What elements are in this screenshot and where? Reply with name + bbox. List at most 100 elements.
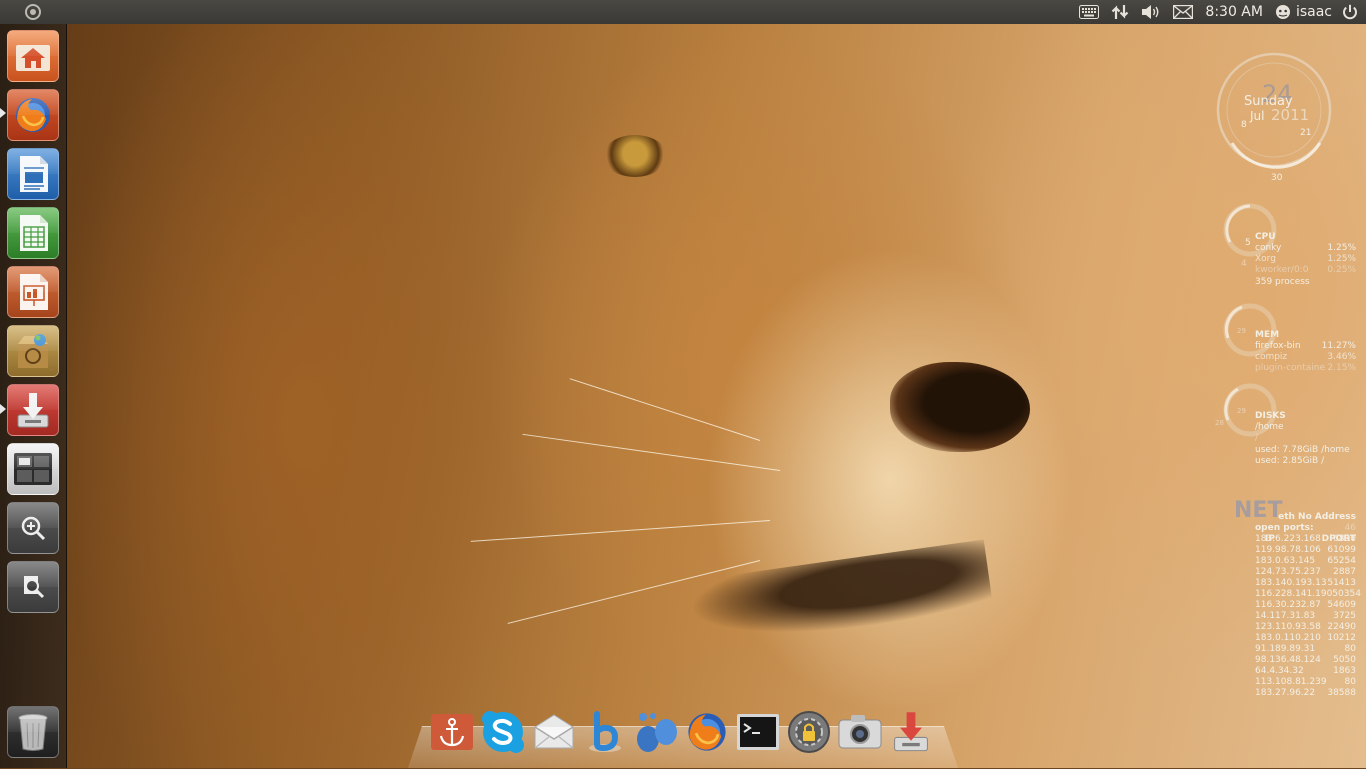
table-row: 124.73.75.237 2887 [1255,567,1356,578]
launcher-trash[interactable] [7,706,59,758]
port-ip: 183.6.223.168 [1255,534,1321,544]
port-number: 2887 [1333,567,1356,577]
writer-icon [20,156,48,192]
terminal-icon [737,714,779,750]
dock-item-firefox[interactable] [684,709,730,755]
dock-item-skype[interactable] [480,709,526,755]
table-row: 119.98.78.106 61099 [1255,545,1356,556]
port-number: 10212 [1327,633,1356,643]
wallpaper-lion-eye [603,135,667,177]
port-ip: 113.108.81.239 [1255,677,1327,687]
conky-date-month: Jul [1250,109,1265,123]
conky-mem-process-row: plugin-containe 2.15% [1255,363,1356,374]
launcher-libreoffice-writer[interactable] [7,148,59,200]
process-value: 3.46% [1327,352,1356,362]
conky-date-dial-label: 30 [1271,173,1283,183]
trash-icon [18,714,48,751]
dock-item-update-manager[interactable] [888,709,934,755]
skype-icon [482,711,524,753]
port-number: 5050 [1333,655,1356,665]
port-number: 1863 [1333,666,1356,676]
dock-item-terminal[interactable] [735,709,781,755]
conky-disks-panel: DISKS /home / used: 7.78GiB /home used: … [1255,411,1366,467]
port-ip: 183.140.193.13 [1255,578,1327,588]
launcher-firefox[interactable] [7,89,59,141]
messaging-indicator[interactable] [1167,0,1199,24]
user-indicator[interactable]: isaac [1269,0,1336,24]
port-ip: 14.117.31.83 [1255,611,1316,621]
launcher-libreoffice-impress[interactable] [7,266,59,318]
table-row: 183.27.96.22 38588 [1255,688,1356,699]
conky-net-open-ports-label: open ports: [1255,523,1314,533]
conky-mem-process-row: firefox-bin 11.27% [1255,341,1356,352]
port-number: 80 [1344,677,1356,687]
top-panel: 8:30 AM isaac [0,0,1366,24]
envelope-icon [534,714,574,749]
firefox-icon [16,98,50,132]
conky-cpu-dial-label: 5 [1245,238,1251,248]
launcher-update-manager[interactable] [7,384,59,436]
dock-item-disk-utility[interactable] [786,709,832,755]
port-ip: 119.98.78.106 [1255,545,1321,555]
table-row: 183.140.193.13 51413 [1255,578,1356,589]
dock-item-beatbox[interactable] [582,709,628,755]
clock-indicator[interactable]: 8:30 AM [1199,0,1269,24]
desktop-wallpaper [0,0,1366,768]
port-number: 50354 [1332,589,1361,599]
dock-item-screenshot[interactable] [837,709,883,755]
port-number: 51413 [1327,578,1356,588]
conky-date-year: 2011 [1271,106,1310,124]
volume-icon [1142,5,1159,19]
dock-item-mail[interactable] [531,709,577,755]
table-row: 183.6.223.168 6890 [1255,534,1356,545]
port-number: 22490 [1327,622,1356,632]
launcher-home-folder[interactable] [7,30,59,82]
table-row: 116.228.141.190 50354 [1255,589,1361,600]
launcher-libreoffice-calc[interactable] [7,207,59,259]
process-value: 0.25% [1327,265,1356,275]
launcher-running-indicator [0,108,6,118]
impress-icon [20,274,48,310]
conky-date-dial-label: 21 [1300,128,1312,138]
dock-item-anchor[interactable] [429,709,475,755]
software-center-icon [18,334,48,368]
table-row: 116.30.232.87 54609 [1255,600,1356,611]
conky-cpu-process-row: Xorg 1.25% [1255,254,1356,265]
process-name: plugin-containe [1255,363,1326,373]
port-ip: 183.0.63.145 [1255,556,1316,566]
launcher-zoom-in[interactable] [7,502,59,554]
launcher-workspace-switcher[interactable] [7,443,59,495]
port-ip: 183.27.96.22 [1255,688,1316,698]
network-indicator[interactable] [1105,0,1135,24]
dash-button[interactable] [0,0,66,24]
gear-lock-icon [788,711,830,753]
process-value: 1.25% [1327,243,1356,253]
launcher-software-center[interactable] [7,325,59,377]
firefox-icon [688,713,726,751]
conky-disks-mount: / [1255,433,1259,443]
dock-item-empathy[interactable] [633,709,679,755]
username-text: isaac [1295,4,1332,20]
wallpaper-lion-mouth [686,539,994,651]
process-name: conky [1255,243,1282,253]
launcher-zoom-search[interactable] [7,561,59,613]
port-ip: 123.110.93.58 [1255,622,1321,632]
process-name: Xorg [1255,254,1276,264]
port-number: 3725 [1333,611,1356,621]
home-folder-icon [16,45,50,71]
conky-disks-mount: /home [1255,422,1284,432]
conky-mem-process-row: compiz 3.46% [1255,352,1356,363]
keyboard-indicator[interactable] [1073,0,1105,24]
port-ip: 64.4.34.32 [1255,666,1304,676]
port-number: 65254 [1327,556,1356,566]
magnifier-icon [24,576,45,599]
process-name: kworker/0:0 [1255,265,1309,275]
conky-mem-panel: MEM firefox-bin 11.27% compiz 3.46% plugin… [1255,330,1356,374]
session-indicator[interactable] [1336,0,1366,24]
conky-disks-title: DISKS [1255,411,1286,421]
conky-disks-dial-label: 29 [1237,407,1246,415]
conky-net-open-ports-count: 46 [1344,523,1356,533]
calc-icon [20,215,48,251]
volume-indicator[interactable] [1135,0,1167,24]
unity-launcher [0,24,67,768]
